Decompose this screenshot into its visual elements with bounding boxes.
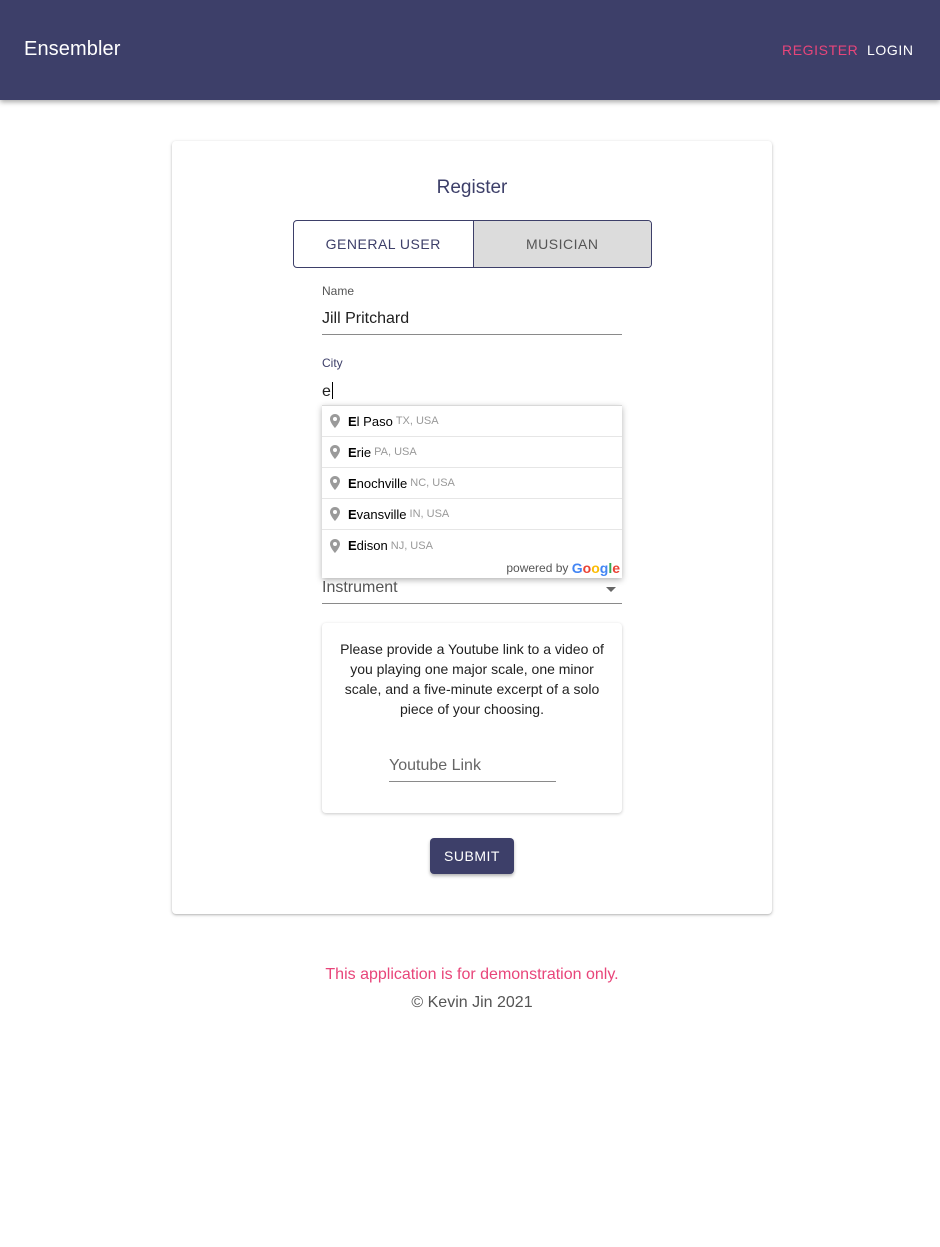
nav-login-link[interactable]: LOGIN xyxy=(867,42,914,58)
suggestion-match: E xyxy=(348,538,357,553)
suggestion-item[interactable]: Enochville NC, USA xyxy=(322,468,622,499)
suggestion-match: E xyxy=(348,444,357,460)
name-underline xyxy=(322,334,622,335)
copyright-text: © Kevin Jin 2021 xyxy=(411,994,533,1011)
suggestion-region: IN, USA xyxy=(409,508,450,520)
city-field[interactable]: City e xyxy=(322,356,622,409)
brand-title[interactable]: Ensembler xyxy=(24,38,121,61)
powered-by-google: powered by Google xyxy=(506,560,620,576)
suggestion-item[interactable]: Edison NJ, USA xyxy=(322,530,622,561)
suggestion-region: PA, USA xyxy=(374,446,417,458)
suggestion-region: TX, USA xyxy=(395,415,439,427)
user-type-toggle: GENERAL USER MUSICIAN xyxy=(293,220,652,268)
suggestion-match: E xyxy=(348,475,357,491)
location-pin-icon xyxy=(330,414,340,428)
suggestion-item[interactable]: El Paso TX, USA xyxy=(322,406,622,437)
location-pin-icon xyxy=(330,538,340,553)
suggestion-match: E xyxy=(348,506,357,522)
city-label: City xyxy=(322,356,343,370)
location-pin-icon xyxy=(330,445,340,459)
instrument-underline xyxy=(322,603,622,604)
location-pin-icon xyxy=(330,507,340,521)
suggestion-name: nochville xyxy=(356,475,408,491)
suggestion-item[interactable]: Erie PA, USA xyxy=(322,437,622,468)
youtube-underline xyxy=(389,781,556,782)
name-field[interactable]: Name Jill Pritchard xyxy=(322,284,622,335)
video-instructions-box: Please provide a Youtube link to a video… xyxy=(322,623,622,813)
suggestion-name: vansville xyxy=(356,506,407,522)
dropdown-arrow-icon[interactable] xyxy=(606,587,616,592)
suggestion-region: NJ, USA xyxy=(390,539,433,552)
suggestion-name: l Paso xyxy=(356,413,393,429)
powered-by-text: powered by xyxy=(506,561,569,575)
page-title: Register xyxy=(436,177,508,198)
text-caret xyxy=(331,382,333,399)
suggestion-item[interactable]: Evansville IN, USA xyxy=(322,499,622,530)
suggestion-match: E xyxy=(348,413,357,429)
suggestion-name: rie xyxy=(356,444,372,460)
nav-register-link[interactable]: REGISTER xyxy=(782,42,858,58)
city-autocomplete-dropdown: El Paso TX, USA Erie PA, USA Enochville … xyxy=(322,405,622,578)
app-bar: Ensembler REGISTER LOGIN xyxy=(0,0,940,100)
video-instructions-text: Please provide a Youtube link to a video… xyxy=(340,641,604,717)
city-input[interactable]: e xyxy=(322,382,622,401)
instrument-select[interactable]: Instrument xyxy=(322,579,622,604)
city-input-value: e xyxy=(322,383,331,400)
name-input[interactable]: Jill Pritchard xyxy=(322,310,622,328)
suggestion-region: NC, USA xyxy=(410,477,455,489)
youtube-link-field[interactable]: Youtube Link xyxy=(389,757,556,782)
google-logo: Google xyxy=(571,560,620,576)
demo-notice: This application is for demonstration on… xyxy=(325,966,619,983)
instrument-placeholder: Instrument xyxy=(322,579,398,596)
tab-general-user[interactable]: GENERAL USER xyxy=(294,221,473,267)
submit-button[interactable]: SUBMIT xyxy=(430,838,514,874)
youtube-link-input[interactable]: Youtube Link xyxy=(389,757,556,775)
name-label: Name xyxy=(322,284,355,298)
location-pin-icon xyxy=(330,476,340,490)
tab-musician[interactable]: MUSICIAN xyxy=(472,221,651,267)
suggestion-name: dison xyxy=(356,538,388,553)
